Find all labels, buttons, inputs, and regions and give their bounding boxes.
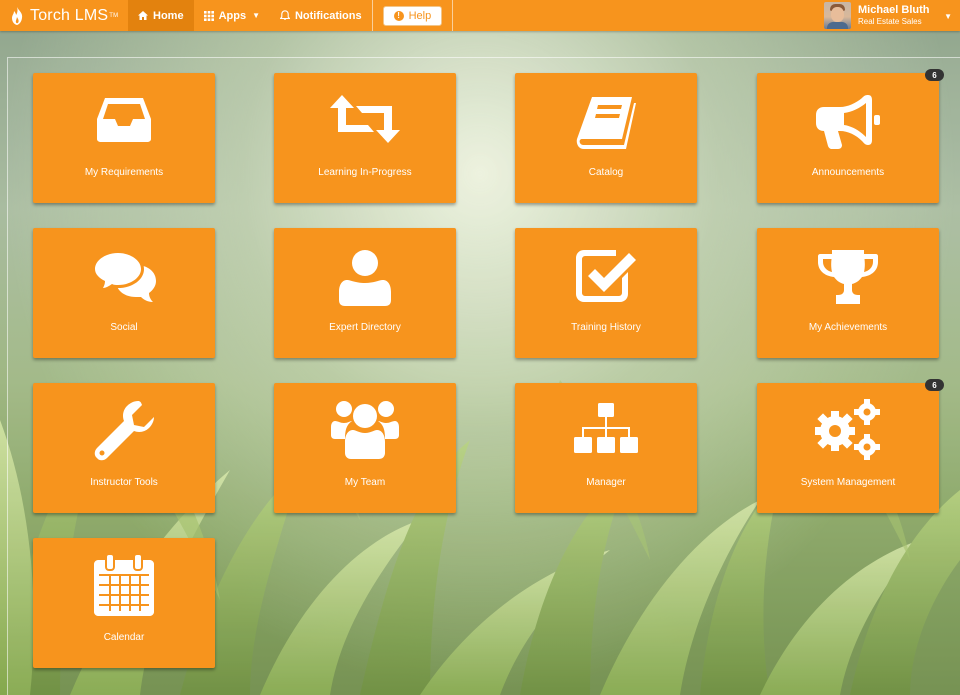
tile-label: Training History [571, 322, 641, 333]
top-navigation-bar: Torch LMS TM Home Apps ▼ Notifications ! … [0, 0, 960, 31]
wrench-icon [94, 401, 154, 461]
sitemap-icon [574, 403, 638, 453]
avatar [824, 2, 851, 29]
tile-my-team[interactable]: My Team [274, 383, 456, 513]
trophy-icon [818, 250, 878, 304]
megaphone-icon [816, 95, 880, 149]
nav-apps[interactable]: Apps ▼ [194, 0, 270, 31]
tile-announcements[interactable]: Announcements [757, 73, 939, 203]
tile-social[interactable]: Social [33, 228, 215, 358]
chevron-down-icon: ▼ [944, 12, 952, 21]
tile-label: My Achievements [808, 322, 888, 333]
tile-label: Expert Directory [329, 322, 401, 333]
nav-home-label: Home [153, 9, 184, 22]
user-icon [339, 250, 391, 306]
nav-home[interactable]: Home [128, 0, 194, 31]
user-menu[interactable]: Michael Bluth Real Estate Sales ▼ [814, 0, 960, 31]
help-button[interactable]: ! Help [382, 5, 443, 26]
tile-my-requirements[interactable]: My Requirements [33, 73, 215, 203]
tile-label: My Team [344, 477, 386, 488]
tile-label: Catalog [588, 167, 624, 178]
nav-apps-label: Apps [218, 9, 247, 22]
info-icon: ! [393, 10, 404, 21]
tile-label: Calendar [103, 632, 145, 643]
calendar-icon [94, 554, 154, 616]
user-role: Real Estate Sales [858, 17, 922, 26]
tile-label: Learning In-Progress [318, 167, 412, 178]
nav-divider-2 [452, 0, 454, 31]
tile-label: Announcements [811, 167, 885, 178]
tile-label: System Management [800, 477, 896, 488]
logo-trademark: TM [109, 12, 119, 19]
checkbox-icon [576, 250, 636, 302]
logo[interactable]: Torch LMS TM [0, 0, 128, 31]
gears-icon [815, 399, 880, 460]
tile-learning-in-progress[interactable]: Learning In-Progress [274, 73, 456, 203]
tile-label: Social [110, 322, 138, 333]
book-icon [576, 97, 636, 149]
users-icon [331, 401, 399, 459]
grid-icon [203, 10, 214, 21]
retweet-icon [330, 95, 400, 143]
nav-notifications-label: Notifications [294, 9, 362, 22]
tile-manager[interactable]: Manager [515, 383, 697, 513]
bell-icon [279, 10, 290, 21]
tile-instructor-tools[interactable]: Instructor Tools [33, 383, 215, 513]
tile-expert-directory[interactable]: Expert Directory [274, 228, 456, 358]
notification-count-badge: 6 [925, 69, 944, 81]
notification-count-badge: 6 [925, 379, 944, 391]
tile-system-management[interactable]: System Management [757, 383, 939, 513]
inbox-icon [97, 98, 151, 142]
tile-calendar[interactable]: Calendar [33, 538, 215, 668]
torch-flame-icon [12, 6, 23, 25]
chevron-down-icon: ▼ [252, 11, 260, 20]
chat-bubbles-icon [92, 250, 156, 302]
tile-catalog[interactable]: Catalog [515, 73, 697, 203]
tile-label: Instructor Tools [90, 477, 158, 488]
user-name: Michael Bluth [858, 4, 930, 16]
logo-text: Torch LMS [30, 6, 109, 24]
home-icon [138, 11, 148, 20]
tile-my-achievements[interactable]: My Achievements [757, 228, 939, 358]
tile-training-history[interactable]: Training History [515, 228, 697, 358]
nav-notifications[interactable]: Notifications [270, 0, 372, 31]
tile-label: Manager [586, 477, 626, 488]
tile-label: My Requirements [84, 167, 164, 178]
nav-divider [371, 0, 373, 31]
help-label: Help [408, 9, 432, 22]
